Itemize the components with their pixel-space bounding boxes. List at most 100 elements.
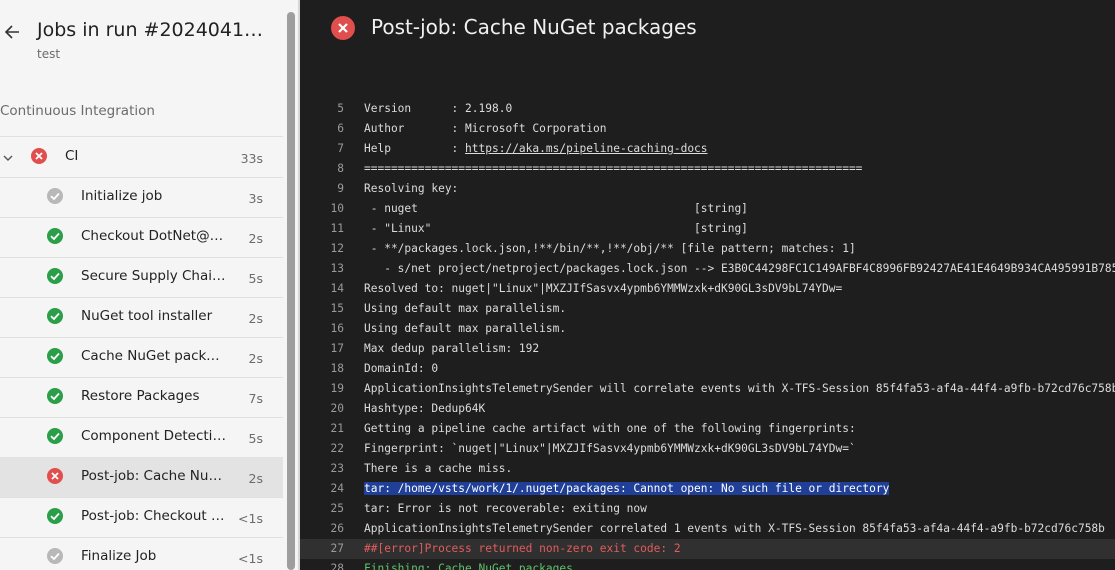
job-row[interactable]: Restore Packages 7s [0,377,283,417]
chevron-down-icon[interactable] [2,149,14,168]
line-content: There is a cache miss. [364,462,513,475]
line-text: - **/packages.lock.json,!**/bin/**,!**/o… [364,239,856,259]
line-content: ##[error]Process returned non-zero exit … [364,542,681,555]
line-number: 13 [330,262,344,275]
log-line: 5 Version : 2.198.0 [300,99,1115,119]
job-row[interactable]: Post-job: Cache NuG… 2s [0,457,283,497]
skipped-icon [47,188,63,204]
job-name: Post-job: Checkout … [81,508,225,524]
back-arrow-icon[interactable] [4,21,22,43]
line-number: 8 [337,162,344,175]
job-row[interactable]: Secure Supply Chain … 5s [0,257,283,297]
line-number: 27 [330,542,344,555]
job-duration: 2s [248,471,263,486]
job-row[interactable]: Checkout DotNet@n… 2s [0,217,283,257]
line-number: 26 [330,522,344,535]
line-content: Fingerprint: `nuget|"Linux"|MXZJIfSasvx4… [364,442,856,455]
line-text: ========================================… [364,159,862,179]
job-name: Finalize Job [81,548,157,564]
line-number: 15 [330,302,344,315]
line-text: - nuget [string] [364,199,748,219]
line-number: 17 [330,342,344,355]
line-content: Using default max parallelism. [364,322,567,335]
log-line: 13 - s/net project/netproject/packages.l… [300,259,1115,279]
log-line: 23 There is a cache miss. [300,459,1115,479]
line-content: Resolving key: [364,182,459,195]
line-content: Max dedup parallelism: 192 [364,342,540,355]
line-content: - s/net project/netproject/packages.lock… [364,262,1115,275]
line-text: DomainId: 0 [364,359,438,379]
line-text: Help : https://aka.ms/pipeline-caching-d… [364,139,708,159]
stage-row-ci[interactable]: CI 33s [0,137,283,177]
failed-icon [331,16,355,40]
job-row[interactable]: NuGet tool installer 2s [0,297,283,337]
log-line: 9 Resolving key: [300,179,1115,199]
log-line: 12 - **/packages.lock.json,!**/bin/**,!*… [300,239,1115,259]
line-number: 6 [337,122,344,135]
section-heading: Continuous Integration [0,103,155,119]
line-content: ApplicationInsightsTelemetrySender corre… [364,522,1105,535]
success-icon [47,428,63,444]
log-line: 18 DomainId: 0 [300,359,1115,379]
line-content: Using default max parallelism. [364,302,567,315]
success-icon [47,508,63,524]
job-name: Initialize job [81,188,163,204]
log-line: 22 Fingerprint: `nuget|"Linux"|MXZJIfSasv… [300,439,1115,459]
log-line: 15 Using default max parallelism. [300,299,1115,319]
job-row[interactable]: Cache NuGet packag… 2s [0,337,283,377]
line-text: Fingerprint: `nuget|"Linux"|MXZJIfSasvx4… [364,439,856,459]
line-number: 18 [330,362,344,375]
line-content: Version : 2.198.0 [364,102,513,115]
job-duration: <1s [238,511,263,526]
log-line: 6 Author : Microsoft Corporation [300,119,1115,139]
log-line: 17 Max dedup parallelism: 192 [300,339,1115,359]
stage-duration: 33s [240,151,263,166]
success-icon [47,348,63,364]
sidebar-title: Jobs in run #2024041… [37,19,264,41]
line-number: 19 [330,382,344,395]
line-number: 28 [330,562,344,570]
job-duration: 3s [248,191,263,206]
job-duration: <1s [238,551,263,566]
line-text: ##[error]Process returned non-zero exit … [364,539,681,559]
line-text: Version : 2.198.0 [364,99,512,119]
line-text: ApplicationInsightsTelemetrySender will … [364,379,1115,399]
sidebar-scrollbar[interactable] [287,12,295,570]
line-content: ========================================… [364,162,863,175]
job-row[interactable]: Finalize Job <1s [0,537,283,570]
skipped-icon [47,548,63,564]
job-row[interactable]: Initialize job 3s [0,177,283,217]
line-number: 23 [330,462,344,475]
line-text: ApplicationInsightsTelemetrySender corre… [364,519,1105,539]
help-link[interactable]: https://aka.ms/pipeline-caching-docs [465,142,707,155]
line-number: 9 [337,182,344,195]
job-row[interactable]: Post-job: Checkout … <1s [0,497,283,537]
job-row[interactable]: Component Detectio… 5s [0,417,283,457]
job-duration: 2s [248,351,263,366]
line-text: There is a cache miss. [364,459,512,479]
log-line: 21 Getting a pipeline cache artifact with… [300,419,1115,439]
log-line: 25 tar: Error is not recoverable: exiting… [300,499,1115,519]
line-content: Hashtype: Dedup64K [364,402,486,415]
log-line: 7 Help : https://aka.ms/pipeline-caching-… [300,139,1115,159]
success-icon [47,308,63,324]
line-text: Using default max parallelism. [364,299,566,319]
line-text: Getting a pipeline cache artifact with o… [364,419,856,439]
job-name: Restore Packages [81,388,200,404]
log-line: 19 ApplicationInsightsTelemetrySender wil… [300,379,1115,399]
log-line: 27 ##[error]Process returned non-zero exi… [300,539,1115,559]
job-name: Checkout DotNet@n… [81,228,226,244]
line-content: Help : [364,142,466,155]
line-number: 14 [330,282,344,295]
log-title: Post-job: Cache NuGet packages [371,15,697,39]
log-line: 14 Resolved to: nuget|"Linux"|MXZJIfSasvx… [300,279,1115,299]
job-name: Post-job: Cache NuG… [81,468,226,484]
log-line: 10 - nuget [string] [300,199,1115,219]
line-content: Getting a pipeline cache artifact with o… [364,422,856,435]
line-number: 10 [330,202,344,215]
line-number: 11 [330,222,344,235]
log-pane: 5 Version : 2.198.0 6 Author : Microsoft Co… [300,0,1115,570]
line-content: - nuget [string] [364,202,748,215]
job-duration: 2s [248,311,263,326]
log-line: 28 Finishing: Cache NuGet packages [300,559,1115,570]
